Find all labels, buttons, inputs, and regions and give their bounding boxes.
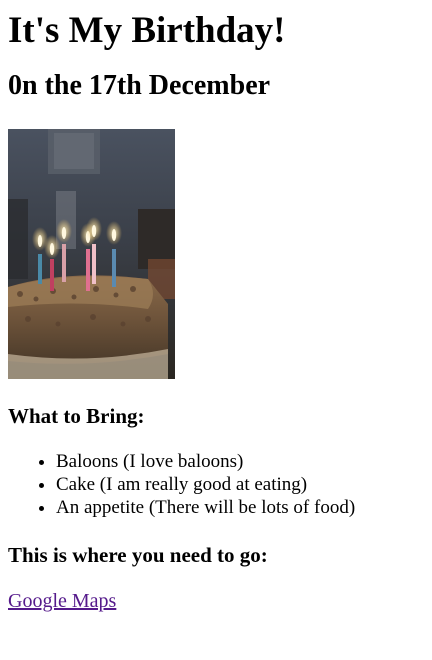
page-title: It's My Birthday! [8, 10, 286, 51]
google-maps-link[interactable]: Google Maps [8, 589, 116, 613]
birthday-cake-image [8, 129, 175, 379]
bring-heading: What to Bring: [8, 404, 145, 428]
list-item: Baloons (I love baloons) [56, 450, 424, 473]
event-date: 0n the 17th December [8, 70, 271, 101]
page-content: It's My Birthday! 0n the 17th December W… [0, 9, 432, 613]
location-heading: This is where you need to go: [8, 543, 268, 567]
bring-list: Baloons (I love baloons) Cake (I am real… [8, 450, 424, 519]
list-item: An appetite (There will be lots of food) [56, 496, 424, 519]
list-item: Cake (I am really good at eating) [56, 473, 424, 496]
